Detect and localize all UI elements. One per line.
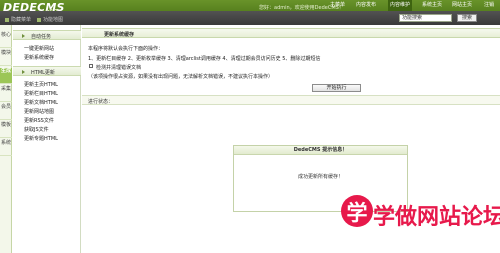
side-tab-core[interactable]: 核心 [0,32,12,48]
hide-menu-link[interactable]: 隐藏菜单 [5,16,31,23]
expand-arrow-icon [22,34,25,38]
side-tab-collect[interactable]: 采集 [0,86,12,102]
menu-item-update-cache[interactable]: 更新系统缓存 [24,54,54,61]
menu-group-title: HTML更新 [31,70,55,76]
function-map-label: 功能地图 [43,17,64,23]
side-tab-system[interactable]: 系统 [0,140,12,156]
watermark-logo-char: 学 [346,201,368,225]
menu-item-update-sitemap[interactable]: 更新网站地图 [24,108,54,115]
checkbox-label: 检测并清理错误文档 [96,65,142,71]
forum-watermark: 学 学做网站论坛 [324,194,500,234]
clean-error-docs-checkbox[interactable] [89,64,93,68]
warning-note: （该项操作很占资源，如果没有出现问题，无法解析文档错误，不建议执行本操作） [88,74,274,80]
status-bar: 进行状态： [82,95,500,105]
start-run-button[interactable]: 开始执行 [312,84,361,92]
side-tab-generate[interactable]: 生成 [0,68,12,84]
watermark-text: 学做网站论坛 [373,205,500,230]
message-title: DedeCMS 提示信息！ [234,146,407,155]
description-line-1: 本程序将默认会执行下面的操作： [88,46,164,52]
message-body: 成功更新所有缓存！ [297,174,343,180]
menu-group-html-update[interactable]: HTML更新 [13,66,81,76]
page-title: 更新系统缓存 [104,32,135,38]
menu-item-update-site[interactable]: 一键更新网站 [24,45,54,52]
side-tab-member[interactable]: 会员 [0,104,12,120]
side-tab-module[interactable]: 模块 [0,50,12,66]
menu-item-get-js[interactable]: 获取JS文件 [24,126,49,133]
map-icon [37,17,41,22]
menu-item-update-article-html[interactable]: 更新文档HTML [24,99,58,106]
menu-item-update-rss[interactable]: 更新RSS文件 [24,117,54,124]
side-tab-template[interactable]: 模板 [0,122,12,138]
nav-logout[interactable]: 注销 [484,0,494,11]
nav-site-home[interactable]: 网站主页 [452,0,472,11]
menu-group-auto-task[interactable]: 自动任务 [13,30,81,40]
panel-header: 更新系统缓存 [82,28,500,38]
menu-item-update-home-html[interactable]: 更新主页HTML [24,81,58,88]
nav-system-home[interactable]: 系统主页 [422,0,442,11]
left-menu: 自动任务 一键更新网站 更新系统缓存 HTML更新 更新主页HTML 更新栏目H… [13,25,81,253]
status-label: 进行状态： [88,99,114,105]
function-search-input[interactable]: 功能搜索 [399,14,452,22]
expand-arrow-icon [22,70,25,74]
function-map-link[interactable]: 功能地图 [37,16,63,23]
description-line-2: 1、更新栏目缓存 2、更新枚举缓存 3、清理arclist调用缓存 4、清理过期… [88,56,321,62]
search-button[interactable]: 搜索 [457,14,477,22]
nav-maintain[interactable]: 内容维护 [388,0,413,11]
side-tab-bar: 核心 模块 生成 采集 会员 模板 系统 [0,25,12,253]
nav-publish[interactable]: 内容发布 [356,0,376,11]
hide-menu-icon [5,17,9,22]
hide-menu-label: 隐藏菜单 [11,17,32,23]
menu-group-title: 自动任务 [31,34,52,40]
nav-main-menu[interactable]: 主菜单 [330,0,345,11]
menu-item-update-topic-html[interactable]: 更新专题HTML [24,135,58,142]
menu-item-update-category-html[interactable]: 更新栏目HTML [24,90,58,97]
